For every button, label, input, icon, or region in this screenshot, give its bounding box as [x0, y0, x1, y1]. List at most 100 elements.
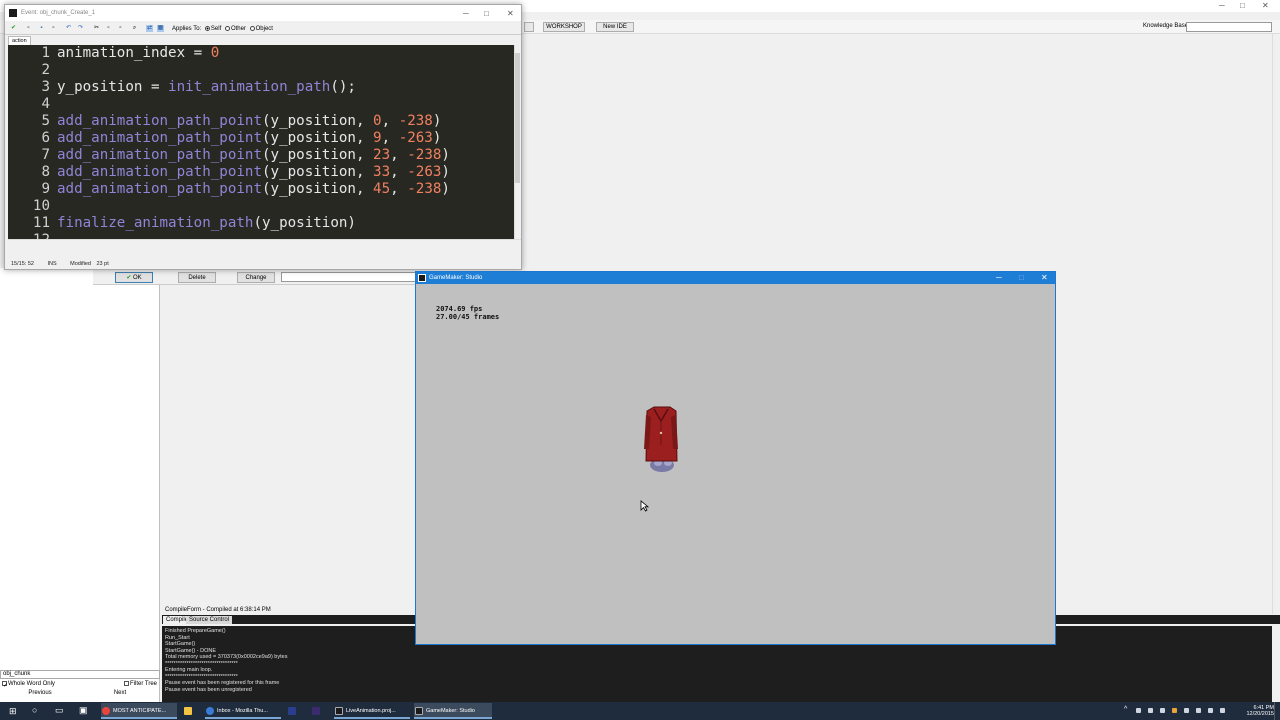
- close-icon[interactable]: ✕: [507, 9, 514, 18]
- next-button[interactable]: Next: [100, 690, 140, 699]
- code-token: animation_index =: [57, 45, 211, 61]
- tab-source-control[interactable]: Source Control: [186, 616, 233, 624]
- radio-object[interactable]: [249, 26, 255, 31]
- ok-button[interactable]: ✔ OK: [115, 272, 153, 283]
- task-view-icon[interactable]: ▭: [55, 705, 64, 716]
- radio-other-label: Other: [230, 26, 246, 33]
- taskbar-thunderbird[interactable]: Inbox - Mozilla Thu...: [205, 703, 281, 719]
- knowledge-base-input[interactable]: [1186, 22, 1272, 32]
- code-line: 4: [8, 96, 514, 113]
- code-token: 0: [210, 45, 220, 61]
- tab-action[interactable]: action: [8, 36, 31, 45]
- code-token: (y_position): [253, 215, 356, 231]
- line-number: 11: [32, 215, 50, 231]
- taskbar-label: MOST ANTICIPATE...: [113, 708, 167, 714]
- taskbar-gamemaker[interactable]: GameMaker: Studio: [414, 703, 492, 719]
- fps-value: 2074.69 fps: [436, 305, 483, 313]
- volume-icon[interactable]: [1208, 708, 1213, 713]
- line-number: 1: [41, 45, 50, 61]
- filter-tree-checkbox[interactable]: Filter Tree: [124, 681, 157, 687]
- maximize-icon[interactable]: □: [484, 9, 489, 18]
- close-icon[interactable]: ✕: [1262, 1, 1269, 10]
- line-number: 2: [41, 62, 50, 78]
- code-text: add_animation_path_point(y_position, 23,…: [57, 147, 450, 164]
- code-token: (y_position,: [262, 181, 374, 197]
- code-line: 2: [8, 62, 514, 79]
- checkmark-icon[interactable]: ✔: [10, 25, 17, 32]
- resource-search-input[interactable]: obj_chunk: [0, 670, 160, 679]
- code-token: y_position =: [57, 79, 169, 95]
- editor-status-bar: 15/15: 52 INS Modified 23 pt: [11, 261, 121, 267]
- code-token: -263: [407, 164, 442, 180]
- store-icon[interactable]: ▣: [79, 705, 88, 716]
- cursor-position: 15/15: 52: [11, 261, 34, 267]
- keyboard-icon[interactable]: [1220, 708, 1225, 713]
- undo-icon[interactable]: ↶: [65, 25, 72, 32]
- code-token: ): [432, 113, 442, 129]
- tray-icon[interactable]: [1184, 708, 1189, 713]
- gamemaker-icon: [335, 707, 343, 715]
- search-icon[interactable]: ⌕: [131, 25, 138, 32]
- radio-self[interactable]: [204, 26, 210, 31]
- taskbar-liveanimation[interactable]: LiveAnimation.proj...: [334, 703, 410, 719]
- start-icon[interactable]: ⊞: [9, 706, 17, 717]
- previous-button[interactable]: Previous: [20, 690, 60, 699]
- minimize-icon[interactable]: ─: [463, 9, 469, 18]
- taskbar-after-effects[interactable]: [311, 703, 327, 719]
- chrome-icon: [102, 707, 110, 715]
- new-icon[interactable]: ▫: [25, 25, 32, 32]
- code-token: 33: [373, 164, 391, 180]
- code-token: finalize_animation_path: [57, 215, 254, 231]
- redo-icon[interactable]: ↷: [77, 25, 84, 32]
- code-token: (y_position,: [262, 113, 374, 129]
- whole-word-checkbox[interactable]: ✓Whole Word Only: [2, 681, 55, 689]
- character-sprite: [644, 406, 678, 472]
- code-line: 10: [8, 198, 514, 215]
- paste-icon[interactable]: ▫: [117, 25, 124, 32]
- tray-icon[interactable]: [1148, 708, 1153, 713]
- maximize-icon[interactable]: □: [1019, 273, 1024, 282]
- code-token: 9: [373, 130, 382, 146]
- goto-icon[interactable]: ⇄: [146, 25, 153, 32]
- workshop-button[interactable]: WORKSHOP: [543, 22, 585, 32]
- code-scroll-thumb[interactable]: [515, 53, 520, 183]
- minimize-icon[interactable]: ─: [1219, 1, 1225, 10]
- print-icon[interactable]: ▫: [50, 25, 57, 32]
- code-token: ): [441, 164, 450, 180]
- frames-value: 27.00/45 frames: [436, 313, 500, 321]
- search-icon[interactable]: ○: [32, 705, 37, 715]
- new-ide-button[interactable]: New IDE: [596, 22, 634, 32]
- taskbar-label: GameMaker: Studio: [426, 708, 475, 714]
- save-icon[interactable]: ▪: [38, 25, 45, 32]
- tray-icon[interactable]: [1136, 708, 1141, 713]
- radio-other[interactable]: [224, 26, 230, 31]
- taskbar-chrome[interactable]: MOST ANTICIPATE...: [101, 703, 177, 719]
- taskbar-clock[interactable]: 6:41 PM 12/20/2015: [1240, 705, 1274, 717]
- copy-icon[interactable]: ▫: [105, 25, 112, 32]
- tray-icon[interactable]: [1172, 708, 1177, 713]
- action-input[interactable]: [281, 272, 421, 282]
- ok-label: OK: [133, 275, 142, 281]
- code-line: 11 finalize_animation_path(y_position): [8, 215, 514, 232]
- chevron-up-icon[interactable]: ^: [1124, 706, 1127, 713]
- show-desktop-button[interactable]: [1274, 702, 1280, 720]
- tray-icon[interactable]: [1160, 708, 1165, 713]
- vertical-scrollbar[interactable]: [1272, 34, 1280, 614]
- minimize-icon[interactable]: ─: [996, 273, 1002, 282]
- change-button[interactable]: Change: [237, 272, 275, 283]
- taskbar-explorer[interactable]: [183, 703, 199, 719]
- taskbar-photoshop[interactable]: [287, 703, 303, 719]
- color-icon[interactable]: ▦: [157, 25, 164, 32]
- toolbar-button[interactable]: [524, 22, 534, 32]
- network-icon[interactable]: [1196, 708, 1201, 713]
- code-horizontal-scrollbar[interactable]: [8, 239, 521, 247]
- code-token: add_animation_path_point: [57, 181, 262, 197]
- code-token: ,: [381, 113, 399, 129]
- action-button-row: ✔ OK Delete Change: [93, 270, 423, 285]
- delete-button[interactable]: Delete: [178, 272, 216, 283]
- maximize-icon[interactable]: □: [1240, 1, 1245, 10]
- cut-icon[interactable]: ✂: [93, 25, 100, 32]
- code-token: ,: [390, 147, 408, 163]
- code-editor[interactable]: 1 animation_index = 0 2 3 y_position = init_…: [8, 45, 514, 239]
- close-icon[interactable]: ✕: [1041, 273, 1048, 282]
